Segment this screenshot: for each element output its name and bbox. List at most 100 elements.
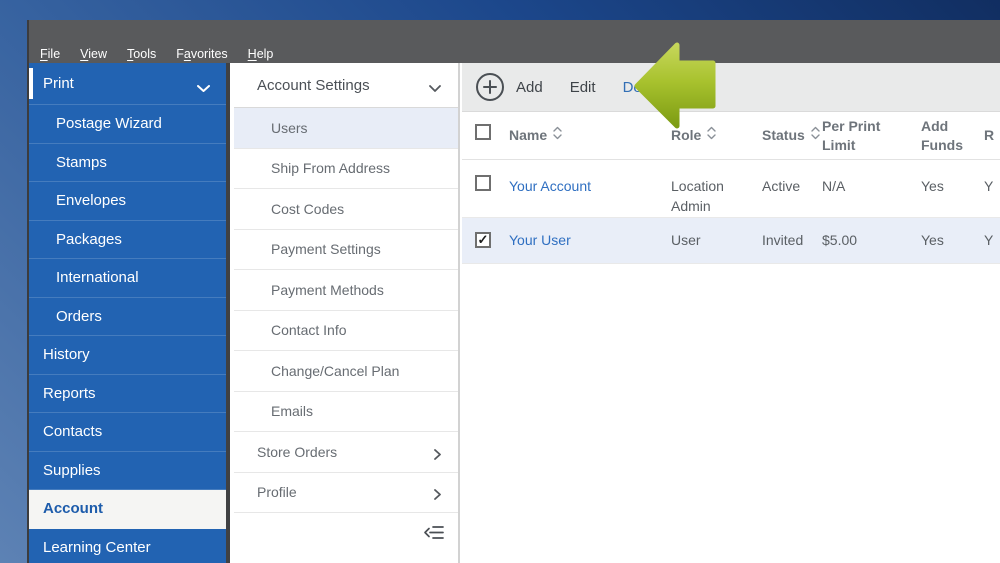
sort-icon [553,126,562,144]
app-body: Print Postage Wizard Stamps Envelopes Packag… [29,63,1000,563]
sidebar-item-print[interactable]: Print [29,63,226,105]
menu-tools[interactable]: Tools [127,47,156,61]
sidebar-item-packages[interactable]: Packages [29,221,226,259]
window-titlebar[interactable] [29,20,1000,44]
column-header-label: Name [509,127,548,144]
column-header-label: Status [762,127,805,144]
sidebar-item-label: Print [43,75,74,92]
menu-file[interactable]: File [40,47,60,61]
sidebar-item-international[interactable]: International [29,259,226,298]
panel-header-account-settings[interactable]: Account Settings [234,63,458,108]
sidebar-item-contacts[interactable]: Contacts [29,413,226,452]
cell-role: User [671,232,701,248]
panel-item-label: Contact Info [271,322,347,339]
delete-button[interactable]: Delete [623,79,666,96]
sidebar-item-history[interactable]: History [29,336,226,375]
cell-name: Your Account [509,160,671,197]
column-header-label: Role [671,127,702,144]
sidebar-item-label: Supplies [43,461,101,479]
chevron-right-icon [434,487,441,503]
column-header-label: R [984,127,995,144]
sidebar-item-label: History [43,346,90,364]
sidebar-item-postage-wizard[interactable]: Postage Wizard [29,105,226,144]
panel-item-label: Profile [257,484,297,501]
column-header-r: R [984,126,1000,144]
toolbar: Add Edit Delete [462,63,1000,112]
chevron-down-icon [429,80,441,97]
main-content: Add Edit Delete Name Role Status Per Print Li… [462,63,1000,563]
select-all-checkbox[interactable] [475,124,491,141]
sidebar-item-envelopes[interactable]: Envelopes [29,182,226,221]
user-name-link[interactable]: Your Account [509,178,591,194]
edit-button[interactable]: Edit [570,79,596,96]
cell-add-funds: Yes [921,232,944,248]
user-name-link[interactable]: Your User [509,232,571,248]
panel-item-contact-info[interactable]: Contact Info [234,311,458,351]
column-header-name[interactable]: Name [509,126,671,144]
panel-item-label: Emails [271,403,314,420]
add-button[interactable]: Add [516,79,543,96]
chevron-down-icon [197,80,210,97]
panel-item-profile[interactable]: Profile [234,473,458,513]
menu-view[interactable]: View [80,47,107,61]
panel-item-payment-methods[interactable]: Payment Methods [234,270,458,311]
sidebar-item-label: Orders [56,307,102,325]
menu-help[interactable]: Help [248,47,274,61]
sidebar-item-label: Learning Center [43,538,151,556]
menu-bar: File View Tools Favorites Help [40,44,273,63]
sidebar-item-label: Account [43,500,103,518]
sidebar-item-orders[interactable]: Orders [29,298,226,336]
panel-item-label: Change/Cancel Plan [271,362,400,379]
sidebar-item-label: International [56,269,139,287]
column-header-status[interactable]: Status [762,126,822,144]
panel-item-label: Payment Settings [271,241,381,258]
table-row[interactable]: ✓ Your User User Invited $5.00 Yes Y [462,218,1000,264]
cell-status: Invited [762,232,804,248]
row-checkbox[interactable] [475,175,491,191]
settings-panel: Account Settings Users Ship From Address C… [234,63,460,563]
sidebar-item-label: Envelopes [56,192,127,210]
sidebar-item-label: Stamps [56,153,107,171]
cell-per-print-limit: $5.00 [822,232,858,248]
row-checkbox[interactable]: ✓ [475,232,491,248]
cell-per-print-limit: N/A [822,178,846,194]
panel-collapse-row [234,513,458,557]
panel-item-emails[interactable]: Emails [234,392,458,432]
panel-item-store-orders[interactable]: Store Orders [234,432,458,473]
panel-item-change-cancel-plan[interactable]: Change/Cancel Plan [234,351,458,392]
sidebar-item-stamps[interactable]: Stamps [29,144,226,182]
panel-item-ship-from-address[interactable]: Ship From Address [234,149,458,189]
column-header-add-funds: Add Funds [921,117,984,153]
panel-item-label: Store Orders [257,443,338,460]
sidebar-item-label: Packages [56,230,122,248]
chevron-right-icon [434,447,441,463]
sort-icon [707,126,717,144]
sidebar-item-label: Reports [43,384,96,402]
column-header-label: Add Funds [921,118,963,153]
active-indicator-bar [29,68,33,99]
menu-favorites[interactable]: Favorites [176,47,227,61]
panel-header-label: Account Settings [257,76,370,94]
header-checkbox-cell [475,124,509,144]
panel-item-users[interactable]: Users [234,108,458,149]
panel-item-label: Ship From Address [271,160,391,177]
panel-item-payment-settings[interactable]: Payment Settings [234,230,458,270]
panel-item-cost-codes[interactable]: Cost Codes [234,189,458,230]
cell-clipped: Y [984,232,994,248]
cell-role: Location Admin [671,178,724,214]
table-body: Your Account Location Admin Active N/A Yes Y ✓… [462,160,1000,264]
panel-item-label: Cost Codes [271,200,345,217]
column-header-role[interactable]: Role [671,126,762,144]
plus-circle-icon[interactable] [475,72,505,102]
panel-item-label: Users [271,119,308,136]
table-row[interactable]: Your Account Location Admin Active N/A Yes Y [462,160,1000,218]
sidebar-item-supplies[interactable]: Supplies [29,452,226,490]
row-checkbox-cell: ✓ [475,218,509,250]
sidebar-item-reports[interactable]: Reports [29,375,226,413]
cell-add-funds: Yes [921,178,944,194]
column-header-per-print-limit: Per Print Limit [822,117,921,153]
sidebar-item-account[interactable]: Account [29,490,226,529]
sidebar-item-learning-center[interactable]: Learning Center [29,529,226,563]
panel-item-label: Payment Methods [271,281,384,298]
collapse-panel-icon[interactable] [420,521,448,547]
